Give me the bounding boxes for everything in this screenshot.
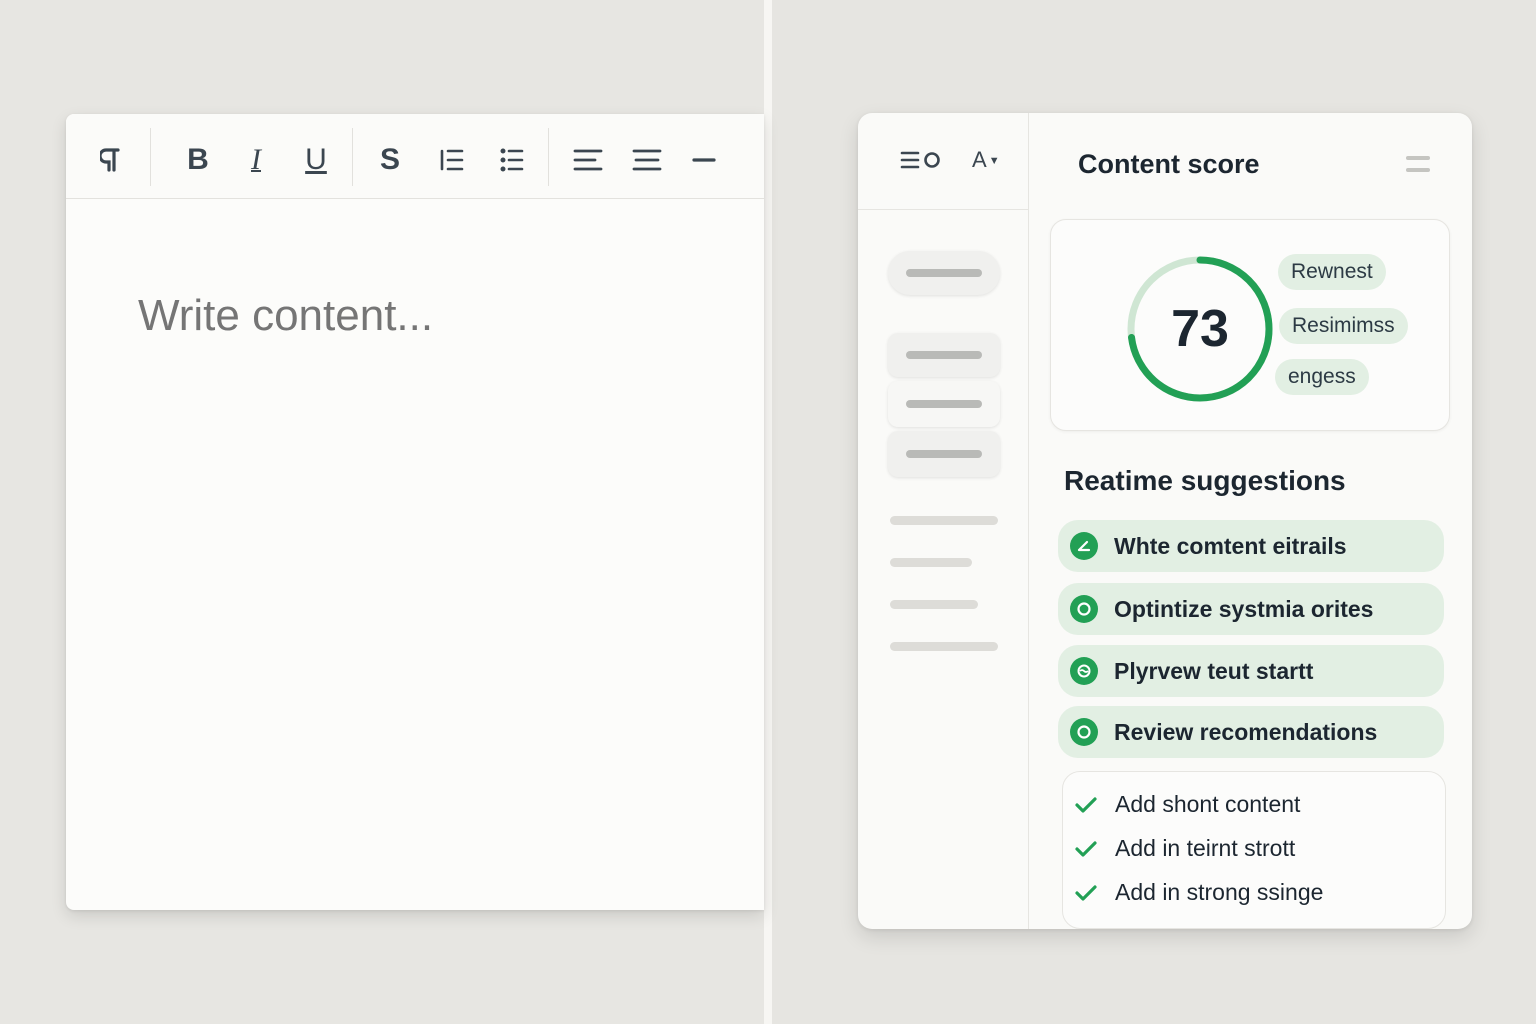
checklist: Add shont content Add in teirnt strott A… bbox=[1062, 771, 1446, 929]
nav-item-placeholder bbox=[906, 400, 982, 408]
suggestion-label: Optintize systmia orites bbox=[1114, 596, 1374, 622]
nav-item[interactable] bbox=[888, 333, 1000, 377]
toolbar-separator bbox=[352, 128, 353, 186]
toolbar-separator bbox=[548, 128, 549, 186]
caret-down-icon: ▼ bbox=[988, 155, 1000, 168]
content-score-panel: A ▼ Content score 73 Rewnest Resimimss en… bbox=[858, 113, 1472, 929]
circle-icon bbox=[1070, 718, 1098, 746]
bulleted-list-icon[interactable] bbox=[432, 140, 472, 180]
checklist-item-label: Add in strong ssinge bbox=[1115, 879, 1324, 905]
side-nav-toolbar: A ▼ bbox=[858, 113, 1028, 210]
score-tag[interactable]: Rewnest bbox=[1278, 254, 1386, 290]
align-center-icon[interactable] bbox=[627, 140, 667, 180]
strikethrough-button[interactable]: S bbox=[370, 140, 410, 180]
nav-item[interactable] bbox=[888, 431, 1000, 477]
suggestion-label: Plyrvew teut startt bbox=[1114, 658, 1314, 684]
check-icon bbox=[1075, 841, 1097, 857]
split-divider bbox=[764, 0, 772, 1024]
suggestions-title: Reatime suggestions bbox=[1064, 465, 1346, 496]
suggestion-label: Whte comtent eitrails bbox=[1114, 533, 1347, 559]
suggestion-item[interactable]: Review recomendations bbox=[1058, 706, 1444, 758]
check-icon bbox=[1075, 797, 1097, 813]
suggestion-item[interactable]: Whte comtent eitrails bbox=[1058, 520, 1444, 572]
horizontal-rule-icon[interactable] bbox=[684, 140, 724, 180]
score-tag[interactable]: engess bbox=[1275, 359, 1369, 395]
content-editor-input[interactable] bbox=[136, 290, 700, 342]
bold-button[interactable]: B bbox=[178, 140, 218, 180]
nav-placeholder-line bbox=[890, 600, 978, 609]
list-view-icon[interactable] bbox=[900, 149, 942, 176]
nav-item-placeholder bbox=[906, 351, 982, 359]
suggestion-label: Review recomendations bbox=[1114, 719, 1378, 745]
nav-item-placeholder bbox=[906, 450, 982, 458]
nav-placeholder-line bbox=[890, 516, 998, 525]
font-size-button[interactable]: A ▼ bbox=[972, 145, 1000, 175]
italic-button[interactable]: I bbox=[236, 140, 276, 180]
nav-item[interactable] bbox=[888, 381, 1000, 427]
edit-icon bbox=[1070, 532, 1098, 560]
check-icon bbox=[1075, 885, 1097, 901]
nav-item[interactable] bbox=[888, 251, 1000, 295]
side-nav: A ▼ bbox=[858, 113, 1029, 929]
underline-button[interactable]: U bbox=[296, 140, 336, 180]
panel-title: Content score bbox=[1078, 149, 1260, 179]
wave-icon bbox=[1070, 657, 1098, 685]
pilcrow-icon[interactable] bbox=[92, 140, 132, 180]
score-value: 73 bbox=[1171, 300, 1229, 358]
checklist-item-label: Add shont content bbox=[1115, 791, 1301, 817]
nav-item-placeholder bbox=[906, 269, 982, 277]
menu-icon[interactable] bbox=[1406, 153, 1430, 175]
nav-placeholder-line bbox=[890, 642, 998, 651]
align-left-icon[interactable] bbox=[568, 140, 608, 180]
toolbar-separator bbox=[150, 128, 151, 186]
font-size-label: A bbox=[972, 147, 987, 172]
score-card: 73 Rewnest Resimimss engess bbox=[1050, 219, 1450, 431]
suggestion-item[interactable]: Optintize systmia orites bbox=[1058, 583, 1444, 635]
editor-card bbox=[66, 114, 764, 910]
numbered-list-icon[interactable] bbox=[492, 140, 532, 180]
circle-icon bbox=[1070, 595, 1098, 623]
checklist-item-label: Add in teirnt strott bbox=[1115, 835, 1296, 861]
score-tag[interactable]: Resimimss bbox=[1279, 308, 1408, 344]
nav-placeholder-line bbox=[890, 558, 972, 567]
suggestion-item[interactable]: Plyrvew teut startt bbox=[1058, 645, 1444, 697]
